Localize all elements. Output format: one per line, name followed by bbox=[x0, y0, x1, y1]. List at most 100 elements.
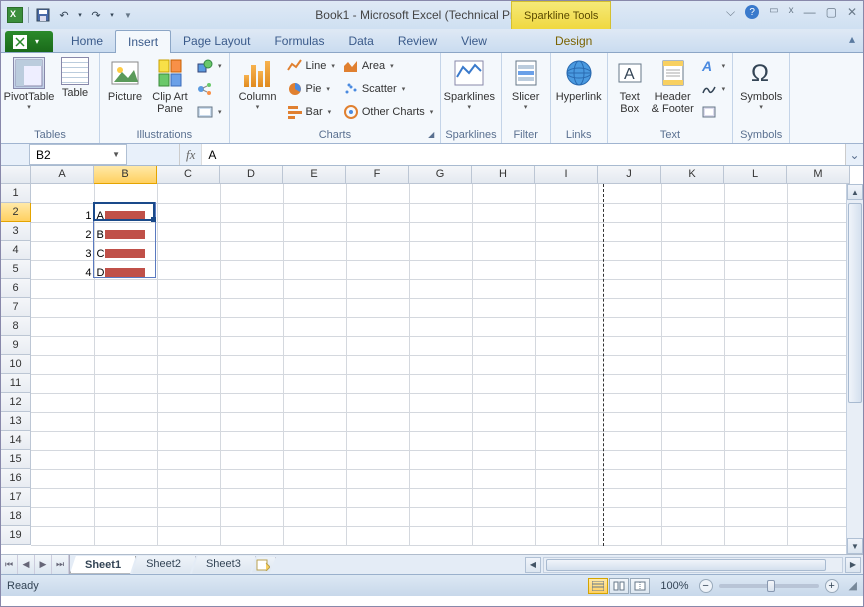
cell-H12[interactable] bbox=[472, 393, 535, 412]
cell-E13[interactable] bbox=[283, 412, 346, 431]
cell-H2[interactable] bbox=[472, 203, 535, 222]
cell-F5[interactable] bbox=[346, 260, 409, 279]
cell-J6[interactable] bbox=[598, 279, 661, 298]
cell-D19[interactable] bbox=[220, 526, 283, 545]
row-header-3[interactable]: 3 bbox=[1, 222, 31, 241]
cell-K11[interactable] bbox=[661, 374, 724, 393]
cell-K18[interactable] bbox=[661, 507, 724, 526]
cell-L12[interactable] bbox=[724, 393, 787, 412]
excel-icon[interactable] bbox=[7, 7, 23, 23]
cell-K14[interactable] bbox=[661, 431, 724, 450]
cell-A16[interactable] bbox=[31, 469, 94, 488]
cell-F17[interactable] bbox=[346, 488, 409, 507]
zoom-level[interactable]: 100% bbox=[660, 580, 688, 592]
cell-C11[interactable] bbox=[157, 374, 220, 393]
col-header-E[interactable]: E bbox=[283, 166, 346, 184]
cell-I10[interactable] bbox=[535, 355, 598, 374]
cell-M7[interactable] bbox=[787, 298, 850, 317]
cell-H19[interactable] bbox=[472, 526, 535, 545]
minimize-button[interactable]: — bbox=[804, 5, 816, 20]
cell-J9[interactable] bbox=[598, 336, 661, 355]
cell-F2[interactable] bbox=[346, 203, 409, 222]
cell-I5[interactable] bbox=[535, 260, 598, 279]
cell-G13[interactable] bbox=[409, 412, 472, 431]
page-layout-view-button[interactable] bbox=[609, 578, 629, 594]
cell-E14[interactable] bbox=[283, 431, 346, 450]
cell-E4[interactable] bbox=[283, 241, 346, 260]
zoom-knob[interactable] bbox=[767, 580, 775, 592]
cell-G1[interactable] bbox=[409, 184, 472, 203]
table-button[interactable]: Table bbox=[55, 55, 95, 101]
cell-H1[interactable] bbox=[472, 184, 535, 203]
close-button[interactable]: ✕ bbox=[847, 5, 857, 20]
cell-M10[interactable] bbox=[787, 355, 850, 374]
ribbon-minimize-button[interactable]: ⌵ bbox=[726, 5, 735, 20]
cell-E12[interactable] bbox=[283, 393, 346, 412]
cell-I13[interactable] bbox=[535, 412, 598, 431]
cell-A14[interactable] bbox=[31, 431, 94, 450]
col-header-B[interactable]: B bbox=[94, 166, 157, 184]
col-header-G[interactable]: G bbox=[409, 166, 472, 184]
scroll-right-arrow[interactable]: ▶ bbox=[845, 557, 861, 573]
hscroll-thumb[interactable] bbox=[546, 559, 826, 571]
cell-E2[interactable] bbox=[283, 203, 346, 222]
cell-M6[interactable] bbox=[787, 279, 850, 298]
cell-C7[interactable] bbox=[157, 298, 220, 317]
cell-C4[interactable] bbox=[157, 241, 220, 260]
cell-G3[interactable] bbox=[409, 222, 472, 241]
cell-K10[interactable] bbox=[661, 355, 724, 374]
cell-L3[interactable] bbox=[724, 222, 787, 241]
tab-formulas[interactable]: Formulas bbox=[262, 30, 336, 52]
cell-J19[interactable] bbox=[598, 526, 661, 545]
cell-H9[interactable] bbox=[472, 336, 535, 355]
cell-I18[interactable] bbox=[535, 507, 598, 526]
header-footer-button[interactable]: Header & Footer bbox=[650, 55, 696, 117]
cell-K4[interactable] bbox=[661, 241, 724, 260]
mdi-minimize-button[interactable]: ▭ bbox=[769, 5, 778, 20]
tab-nav-next[interactable]: ▶ bbox=[35, 555, 52, 574]
cell-C19[interactable] bbox=[157, 526, 220, 545]
tab-nav-prev[interactable]: ◀ bbox=[18, 555, 35, 574]
scatter-chart-button[interactable]: Scatter▾ bbox=[340, 78, 436, 100]
sparklines-button[interactable]: Sparklines▾ bbox=[445, 55, 493, 113]
cell-I2[interactable] bbox=[535, 203, 598, 222]
cell-J11[interactable] bbox=[598, 374, 661, 393]
cell-C2[interactable] bbox=[157, 203, 220, 222]
cell-K5[interactable] bbox=[661, 260, 724, 279]
cell-K3[interactable] bbox=[661, 222, 724, 241]
cell-H10[interactable] bbox=[472, 355, 535, 374]
cell-H14[interactable] bbox=[472, 431, 535, 450]
cell-F11[interactable] bbox=[346, 374, 409, 393]
cell-B4[interactable]: C bbox=[94, 241, 157, 260]
cell-B16[interactable] bbox=[94, 469, 157, 488]
cell-J10[interactable] bbox=[598, 355, 661, 374]
cell-G15[interactable] bbox=[409, 450, 472, 469]
cell-L5[interactable] bbox=[724, 260, 787, 279]
row-header-16[interactable]: 16 bbox=[1, 469, 31, 488]
cell-C12[interactable] bbox=[157, 393, 220, 412]
cell-B8[interactable] bbox=[94, 317, 157, 336]
scroll-left-arrow[interactable]: ◀ bbox=[525, 557, 541, 573]
cell-C3[interactable] bbox=[157, 222, 220, 241]
scroll-down-arrow[interactable]: ▼ bbox=[847, 538, 863, 554]
line-chart-button[interactable]: Line▾ bbox=[284, 55, 338, 77]
name-box[interactable]: B2▼ bbox=[29, 144, 127, 165]
row-header-9[interactable]: 9 bbox=[1, 336, 31, 355]
cell-D3[interactable] bbox=[220, 222, 283, 241]
tab-insert[interactable]: Insert bbox=[115, 30, 171, 53]
cell-K1[interactable] bbox=[661, 184, 724, 203]
cell-H3[interactable] bbox=[472, 222, 535, 241]
cell-E5[interactable] bbox=[283, 260, 346, 279]
cell-I12[interactable] bbox=[535, 393, 598, 412]
cell-A11[interactable] bbox=[31, 374, 94, 393]
cell-E17[interactable] bbox=[283, 488, 346, 507]
cell-M18[interactable] bbox=[787, 507, 850, 526]
cell-G17[interactable] bbox=[409, 488, 472, 507]
cell-E8[interactable] bbox=[283, 317, 346, 336]
tab-view[interactable]: View bbox=[449, 30, 499, 52]
slicer-button[interactable]: Slicer▾ bbox=[506, 55, 546, 113]
row-header-7[interactable]: 7 bbox=[1, 298, 31, 317]
cell-K15[interactable] bbox=[661, 450, 724, 469]
cell-A6[interactable] bbox=[31, 279, 94, 298]
cell-D18[interactable] bbox=[220, 507, 283, 526]
